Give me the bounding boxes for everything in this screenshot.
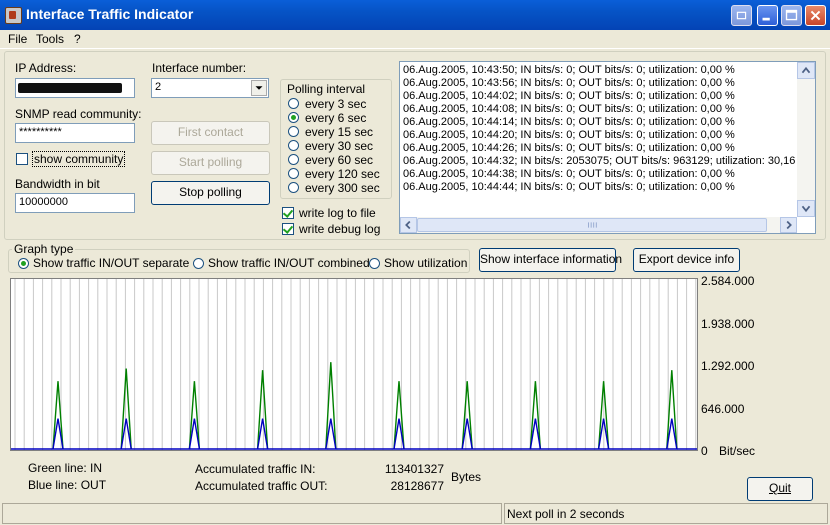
window-title: Interface Traffic Indicator bbox=[26, 6, 194, 22]
bandwidth-label: Bandwidth in bit bbox=[15, 177, 100, 191]
graph-type-radio-2[interactable] bbox=[369, 258, 380, 269]
stop-polling-button[interactable]: Stop polling bbox=[151, 181, 270, 205]
log-lines-container: 06.Aug.2005, 10:43:50; IN bits/s: 0; OUT… bbox=[400, 64, 796, 204]
export-device-info-button[interactable]: Export device info bbox=[633, 248, 740, 272]
scroll-right-button[interactable] bbox=[780, 217, 797, 233]
write-log-label: write log to file bbox=[299, 206, 376, 220]
accumulated-in-value: 113401327 bbox=[384, 462, 444, 476]
log-line[interactable]: 06.Aug.2005, 10:44:08; IN bits/s: 0; OUT… bbox=[403, 103, 735, 116]
show-community-checkbox[interactable] bbox=[16, 153, 28, 165]
graph-type-option-label: Show traffic IN/OUT combined bbox=[208, 256, 370, 270]
y-tick-label: 2.584.000 bbox=[701, 274, 755, 288]
graph-type-option-label: Show traffic IN/OUT separate bbox=[33, 256, 190, 270]
write-debug-label: write debug log bbox=[299, 222, 381, 236]
log-line[interactable]: 06.Aug.2005, 10:43:50; IN bits/s: 0; OUT… bbox=[403, 64, 735, 77]
graph-type-option-label: Show utilization bbox=[384, 256, 468, 270]
polling-option-label: every 6 sec bbox=[305, 111, 367, 125]
polling-radio-3[interactable] bbox=[288, 140, 299, 151]
first-contact-button[interactable]: First contact bbox=[151, 121, 270, 145]
horizontal-scroll-thumb[interactable] bbox=[417, 218, 767, 232]
traffic-chart bbox=[11, 279, 697, 450]
scroll-down-button[interactable] bbox=[797, 200, 815, 217]
accumulated-unit: Bytes bbox=[451, 470, 482, 484]
ip-address-label: IP Address: bbox=[15, 61, 77, 75]
log-line[interactable]: 06.Aug.2005, 10:44:32; IN bits/s: 205307… bbox=[403, 155, 796, 168]
polling-option-label: every 60 sec bbox=[305, 153, 374, 167]
polling-option-label: every 3 sec bbox=[305, 97, 367, 111]
ip-address-input[interactable] bbox=[15, 78, 135, 98]
graph-type-radio-0[interactable] bbox=[18, 258, 29, 269]
polling-interval-title: Polling interval bbox=[287, 82, 366, 96]
y-tick-label: 0 bbox=[701, 444, 708, 458]
log-line[interactable]: 06.Aug.2005, 10:44:14; IN bits/s: 0; OUT… bbox=[403, 116, 735, 129]
bandwidth-input[interactable]: 10000000 bbox=[15, 193, 135, 213]
show-community-label[interactable]: show community bbox=[32, 151, 126, 167]
log-line[interactable]: 06.Aug.2005, 10:44:38; IN bits/s: 0; OUT… bbox=[403, 168, 735, 181]
polling-option-label: every 30 sec bbox=[305, 139, 374, 153]
scroll-up-button[interactable] bbox=[797, 62, 815, 79]
polling-radio-4[interactable] bbox=[288, 154, 299, 165]
polling-option-label: every 120 sec bbox=[305, 167, 380, 181]
legend-in: Green line: IN bbox=[28, 461, 103, 475]
minimize-button[interactable] bbox=[757, 5, 778, 26]
log-line[interactable]: 06.Aug.2005, 10:44:44; IN bits/s: 0; OUT… bbox=[403, 181, 735, 194]
log-list[interactable]: 06.Aug.2005, 10:43:50; IN bits/s: 0; OUT… bbox=[399, 61, 816, 234]
graph-type-radio-1[interactable] bbox=[193, 258, 204, 269]
polling-radio-0[interactable] bbox=[288, 98, 299, 109]
maximize-button bbox=[781, 5, 802, 26]
close-button[interactable] bbox=[805, 5, 826, 26]
log-line[interactable]: 06.Aug.2005, 10:44:20; IN bits/s: 0; OUT… bbox=[403, 129, 735, 142]
polling-option-label: every 15 sec bbox=[305, 125, 374, 139]
y-tick-label: 1.938.000 bbox=[701, 316, 755, 331]
traffic-graph bbox=[10, 278, 698, 451]
status-text: Next poll in 2 seconds bbox=[507, 507, 625, 521]
interface-number-label: Interface number: bbox=[152, 61, 247, 75]
menu-file[interactable]: File bbox=[8, 32, 27, 46]
polling-radio-5[interactable] bbox=[288, 168, 299, 179]
vertical-scrollbar[interactable] bbox=[797, 62, 815, 217]
log-line[interactable]: 06.Aug.2005, 10:43:56; IN bits/s: 0; OUT… bbox=[403, 77, 735, 90]
status-panel-right: Next poll in 2 seconds bbox=[504, 503, 828, 524]
title-bar[interactable]: Interface Traffic Indicator bbox=[0, 0, 830, 30]
start-polling-button[interactable]: Start polling bbox=[151, 151, 270, 175]
app-icon[interactable] bbox=[5, 7, 22, 24]
accumulated-out-value: 28128677 bbox=[390, 479, 444, 493]
show-interface-info-button[interactable]: Show interface information bbox=[479, 248, 622, 272]
accumulated-out-label: Accumulated traffic OUT: bbox=[195, 479, 328, 493]
menu-help[interactable]: ? bbox=[74, 32, 81, 46]
snmp-community-label: SNMP read community: bbox=[15, 107, 142, 121]
menu-bar: File Tools ? bbox=[0, 30, 830, 49]
write-debug-checkbox[interactable] bbox=[282, 223, 294, 235]
menu-tools[interactable]: Tools bbox=[36, 32, 64, 46]
quit-button[interactable]: Quit bbox=[747, 477, 813, 501]
polling-option-label: every 300 sec bbox=[305, 181, 380, 195]
accumulated-in-label: Accumulated traffic IN: bbox=[195, 462, 316, 476]
y-tick-label: 646.000 bbox=[701, 401, 745, 416]
dropdown-arrow-icon[interactable] bbox=[251, 80, 267, 96]
snmp-community-input[interactable]: ********** bbox=[15, 123, 135, 143]
status-panel-left bbox=[2, 503, 502, 524]
y-unit-label: Bit/sec bbox=[719, 444, 756, 458]
interface-number-select[interactable]: 2 bbox=[151, 78, 269, 98]
legend-out: Blue line: OUT bbox=[28, 478, 107, 492]
log-line[interactable]: 06.Aug.2005, 10:44:26; IN bits/s: 0; OUT… bbox=[403, 142, 735, 155]
write-log-checkbox[interactable] bbox=[282, 207, 294, 219]
polling-radio-6[interactable] bbox=[288, 182, 299, 193]
y-tick-label: 1.292.000 bbox=[701, 359, 755, 373]
graph-type-title: Graph type bbox=[12, 242, 76, 256]
log-line[interactable]: 06.Aug.2005, 10:44:02; IN bits/s: 0; OUT… bbox=[403, 90, 735, 103]
help-window-icon bbox=[731, 5, 752, 26]
scroll-left-button[interactable] bbox=[400, 217, 417, 233]
polling-radio-1[interactable] bbox=[288, 112, 299, 123]
polling-radio-2[interactable] bbox=[288, 126, 299, 137]
redacted-mark bbox=[18, 83, 122, 93]
horizontal-scrollbar[interactable] bbox=[400, 217, 797, 233]
